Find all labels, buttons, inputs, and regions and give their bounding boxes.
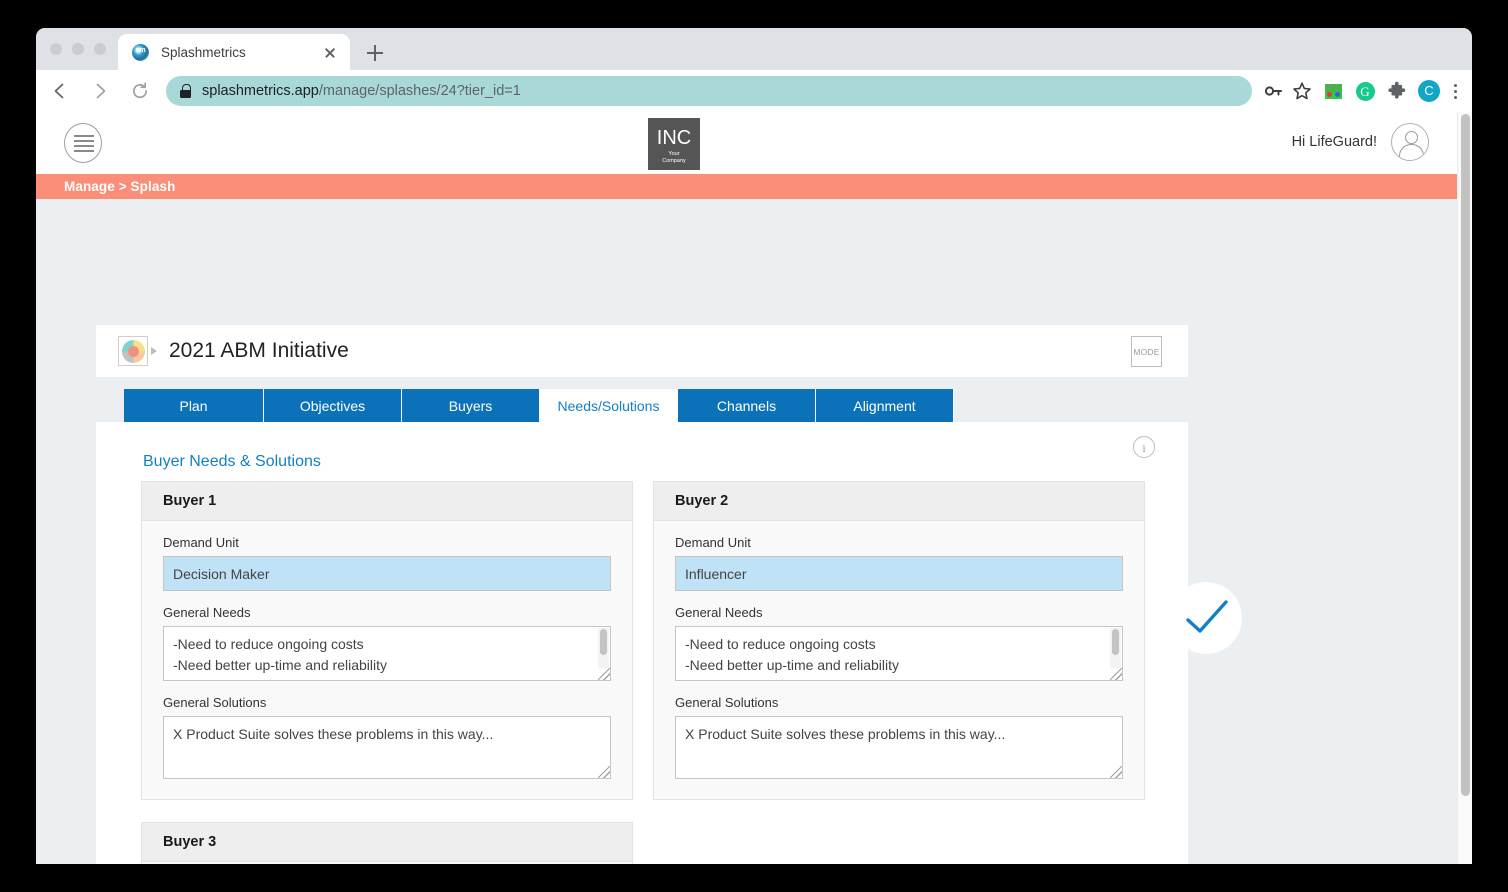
textarea-resize-handle[interactable]: [1110, 766, 1122, 778]
tab-buyers[interactable]: Buyers: [402, 389, 540, 422]
address-bar-url: splashmetrics.app/manage/splashes/24?tie…: [202, 83, 521, 99]
page-scrollbar[interactable]: [1457, 112, 1472, 864]
buyer-card-title: Buyer 3: [163, 834, 217, 850]
new-tab-icon[interactable]: [362, 40, 388, 66]
url-path: /manage/splashes/24?tier_id=1: [318, 83, 521, 99]
section-tabs: Plan Objectives Buyers Needs/Solutions Chann…: [124, 389, 954, 422]
page-scrollbar-thumb[interactable]: [1461, 114, 1470, 796]
bookmark-star-icon[interactable]: [1288, 77, 1316, 105]
buyer-card-body: Demand Unit: [142, 862, 632, 864]
general-needs-textarea[interactable]: [163, 626, 611, 681]
back-button[interactable]: [44, 75, 76, 107]
page-body: INC Your Company Hi LifeGuard! Manage > S…: [36, 112, 1457, 864]
buyer-card-header: Buyer 3: [142, 823, 632, 862]
buyer-card-title: Buyer 1: [163, 493, 217, 509]
buyer-card-title: Buyer 2: [675, 493, 729, 509]
profile-avatar-button[interactable]: C: [1414, 76, 1444, 106]
extension-color-square-icon[interactable]: [1318, 76, 1348, 106]
browser-toolbar: splashmetrics.app/manage/splashes/24?tie…: [36, 70, 1472, 112]
splash-wheel-icon: [118, 336, 148, 366]
puzzle-extensions-icon[interactable]: [1382, 76, 1412, 106]
demand-unit-field-group: Demand Unit: [675, 535, 1123, 591]
general-solutions-field-group: General Solutions: [163, 695, 611, 779]
buyer-card-body: Demand Unit General Needs General Solution…: [142, 521, 632, 779]
close-window-button[interactable]: [50, 43, 62, 55]
app-header: INC Your Company Hi LifeGuard!: [36, 112, 1457, 174]
demand-unit-field-group: Demand Unit: [163, 535, 611, 591]
buyer-card-body: Demand Unit General Needs General Solution…: [654, 521, 1144, 779]
buyer-card: Buyer 3 Demand Unit: [141, 822, 633, 864]
browser-menu-icon[interactable]: [1444, 76, 1466, 106]
general-needs-label: General Needs: [675, 605, 763, 620]
textarea-resize-handle[interactable]: [1110, 668, 1122, 680]
page-title: 2021 ABM Initiative: [169, 339, 349, 362]
greeting-text: Hi LifeGuard!: [1291, 134, 1377, 150]
demand-unit-input[interactable]: [163, 556, 611, 591]
tab-plan[interactable]: Plan: [124, 389, 264, 422]
browser-tab-strip: Splashmetrics: [36, 28, 1472, 70]
general-needs-label: General Needs: [163, 605, 251, 620]
company-logo: INC Your Company: [648, 118, 700, 170]
splash-title-panel: 2021 ABM Initiative MODE: [96, 325, 1188, 377]
mode-button[interactable]: MODE: [1131, 336, 1162, 367]
maximize-window-button[interactable]: [94, 43, 106, 55]
main-content-panel: Buyer Needs & Solutions Buyer 1 Demand Un…: [96, 422, 1188, 864]
textarea-resize-handle[interactable]: [598, 766, 610, 778]
general-needs-field-group: General Needs: [675, 605, 1123, 681]
hamburger-menu-icon[interactable]: [64, 123, 102, 163]
splashmetrics-favicon-icon: [132, 43, 149, 61]
window-traffic-lights: [50, 43, 106, 55]
breadcrumb[interactable]: Manage > Splash: [64, 179, 175, 194]
general-solutions-label: General Solutions: [675, 695, 779, 710]
key-icon[interactable]: [1260, 77, 1288, 105]
buyer-card: Buyer 2 Demand Unit General Needs General S…: [653, 481, 1145, 800]
general-solutions-label: General Solutions: [163, 695, 267, 710]
tab-objectives[interactable]: Objectives: [264, 389, 402, 422]
company-logo-text: INC: [656, 127, 692, 149]
company-logo-subtext: Your Company: [662, 151, 686, 164]
browser-tab[interactable]: Splashmetrics: [118, 34, 350, 70]
user-avatar-icon[interactable]: [1391, 123, 1429, 161]
general-needs-field-group: General Needs: [163, 605, 611, 681]
demand-unit-label: Demand Unit: [163, 535, 239, 550]
grammarly-g-icon[interactable]: G: [1350, 76, 1380, 106]
user-greeting-block: Hi LifeGuard!: [1292, 123, 1429, 161]
forward-button[interactable]: [84, 75, 116, 107]
url-domain: splashmetrics.app: [202, 83, 319, 99]
buyer-card-header: Buyer 1: [142, 482, 632, 521]
demand-unit-label: Demand Unit: [675, 535, 751, 550]
profile-initial: C: [1418, 80, 1440, 102]
tab-channels[interactable]: Channels: [678, 389, 816, 422]
tab-needs-solutions[interactable]: Needs/Solutions: [540, 389, 678, 422]
breadcrumb-bar: Manage > Splash: [36, 174, 1457, 199]
blue-checkmark-icon: [1170, 582, 1242, 654]
textarea-scrollbar[interactable]: [598, 628, 609, 668]
general-solutions-textarea[interactable]: [675, 716, 1123, 779]
browser-window: Splashmetrics splashmetrics.app/manage/s…: [36, 28, 1472, 864]
lock-icon: [180, 84, 191, 98]
general-solutions-textarea[interactable]: [163, 716, 611, 779]
buyer-cards-grid: Buyer 1 Demand Unit General Needs General S…: [141, 481, 1146, 864]
demand-unit-input[interactable]: [675, 556, 1123, 591]
browser-extension-icons: G C: [1316, 76, 1472, 106]
browser-tab-title: Splashmetrics: [161, 44, 246, 60]
textarea-scrollbar[interactable]: [1110, 628, 1121, 668]
reload-button[interactable]: [124, 75, 156, 107]
tab-alignment[interactable]: Alignment: [816, 389, 954, 422]
chevron-right-icon: [151, 347, 157, 355]
general-solutions-field-group: General Solutions: [675, 695, 1123, 779]
section-heading: Buyer Needs & Solutions: [143, 453, 321, 470]
buyer-card-header: Buyer 2: [654, 482, 1144, 521]
buyer-card: Buyer 1 Demand Unit General Needs General S…: [141, 481, 633, 800]
info-icon[interactable]: [1133, 436, 1155, 458]
close-tab-icon[interactable]: [320, 42, 340, 62]
textarea-resize-handle[interactable]: [598, 668, 610, 680]
address-bar[interactable]: splashmetrics.app/manage/splashes/24?tie…: [166, 76, 1252, 106]
page-viewport: INC Your Company Hi LifeGuard! Manage > S…: [36, 112, 1472, 864]
general-needs-textarea[interactable]: [675, 626, 1123, 681]
minimize-window-button[interactable]: [72, 43, 84, 55]
